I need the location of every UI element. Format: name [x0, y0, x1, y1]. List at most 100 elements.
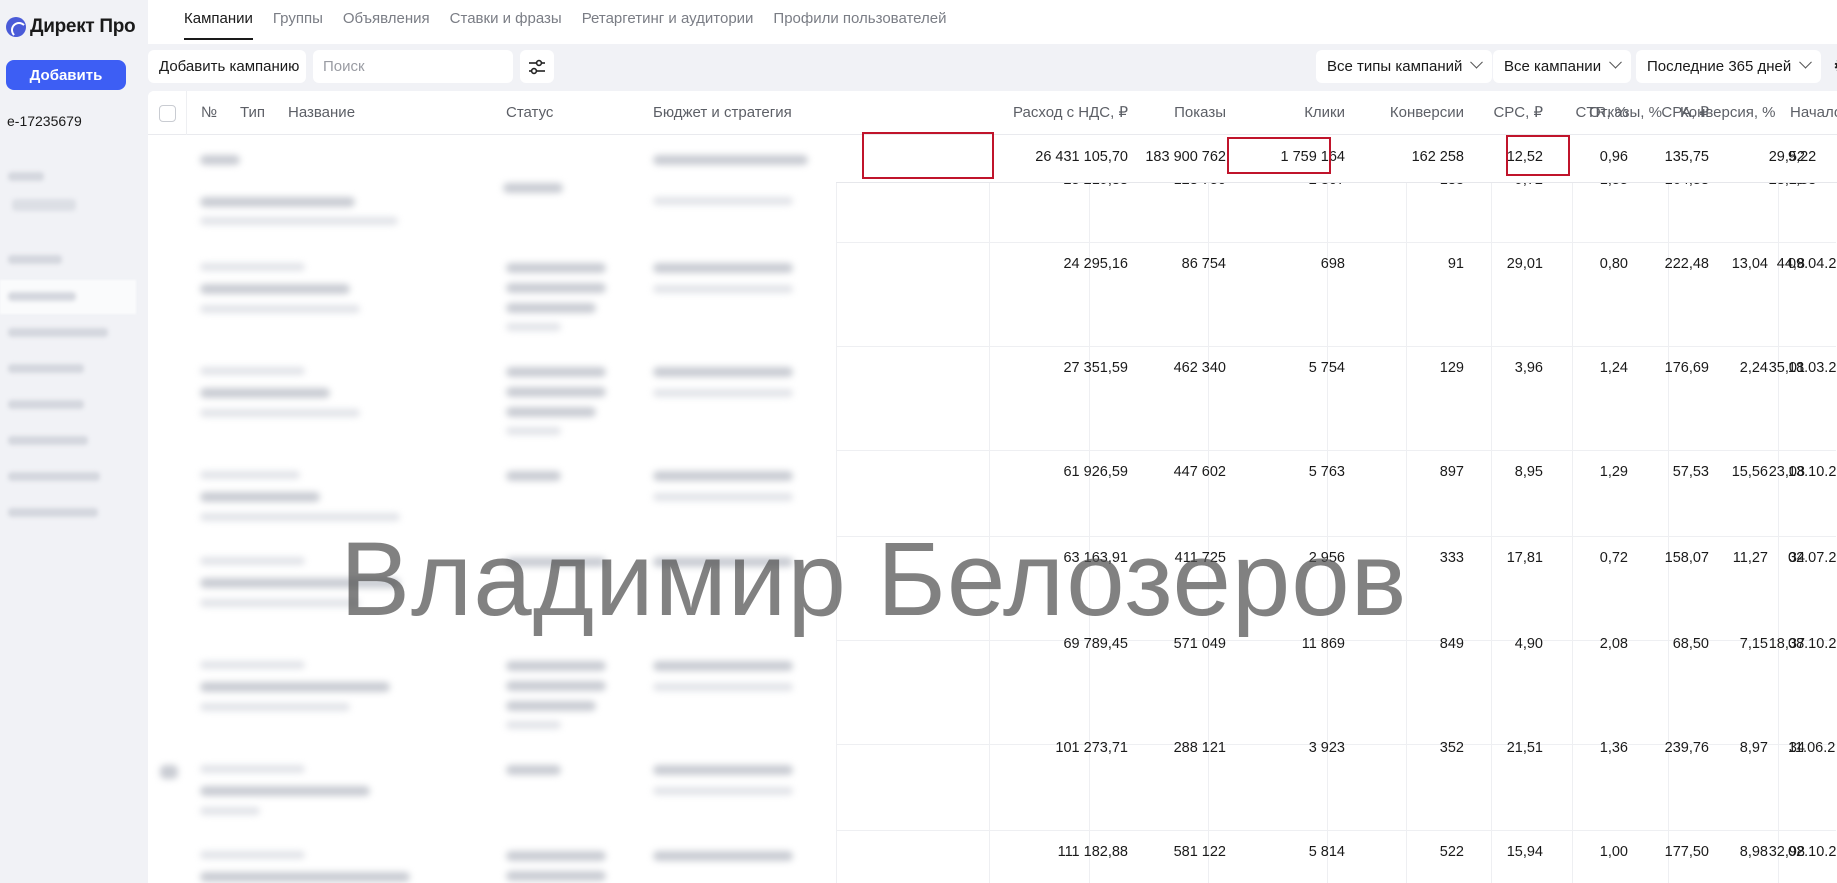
campaigns-value: Все кампании [1504, 58, 1602, 75]
column-header-name[interactable]: Название [288, 91, 355, 135]
row-cpc: 8,95 [1514, 464, 1543, 480]
column-divider [1089, 91, 1090, 883]
column-divider [1208, 91, 1209, 883]
row-start: 08.10.2 [1788, 636, 1837, 652]
row-start: 02.10.2 [1788, 844, 1837, 860]
tab-groups[interactable]: Группы [273, 0, 323, 40]
row-start: 13.10.2 [1788, 464, 1837, 480]
row-start: 11.06.2 [1788, 740, 1836, 756]
row-ctr: 1,24 [1599, 360, 1628, 376]
add-campaign-button[interactable]: Добавить кампанию [148, 50, 306, 83]
sidebar-item-blurred[interactable] [8, 436, 88, 445]
row-ctr: 0,72 [1599, 550, 1628, 566]
row-spend: 111 182,88 [1057, 844, 1128, 860]
logo-icon [6, 17, 26, 37]
top-nav: Кампании Группы Объявления Ставки и фраз… [148, 0, 1837, 44]
row-conv-rate: 13,04 [1731, 256, 1768, 272]
campaign-types-dropdown[interactable]: Все типы кампаний [1316, 50, 1493, 83]
column-header-budget[interactable]: Бюджет и стратегия [653, 91, 792, 135]
tab-campaigns[interactable]: Кампании [184, 0, 253, 40]
campaigns-dropdown[interactable]: Все кампании [1493, 50, 1632, 83]
column-header-bounce[interactable]: Отказы, % [1589, 91, 1662, 135]
blurred-campaign-info [148, 135, 836, 883]
row-ctr: 1,00 [1599, 844, 1628, 860]
add-button[interactable]: Добавить [6, 60, 126, 90]
column-header-number[interactable]: № [201, 91, 217, 135]
logo-text: Директ Про [30, 16, 136, 37]
row-cpa: 57,53 [1672, 464, 1709, 480]
row-spend: 61 926,59 [1063, 464, 1128, 480]
period-dropdown[interactable]: Последние 365 дней [1636, 50, 1822, 83]
row-clicks: 5 763 [1308, 464, 1345, 480]
row-cpa: 68,50 [1672, 636, 1709, 652]
row-conv-rate: 8,98 [1739, 844, 1768, 860]
gear-icon[interactable]: ⚙ [1833, 56, 1837, 77]
column-header-clicks[interactable]: Клики [1304, 91, 1345, 135]
row-cpc: 4,90 [1514, 636, 1543, 652]
column-header-cpc[interactable]: CPC, ₽ [1493, 91, 1543, 135]
row-conv-rate: 8,97 [1739, 740, 1768, 756]
column-header-spend[interactable]: Расход с НДС, ₽ [1013, 91, 1128, 135]
blurred-sidebar-line [8, 255, 62, 264]
row-divider [836, 450, 1836, 451]
sidebar-item-blurred[interactable] [8, 364, 84, 373]
row-conversions: 522 [1439, 844, 1464, 860]
sidebar-item-blurred[interactable] [8, 472, 100, 481]
column-header-conv-rate[interactable]: Конверсия, % [1680, 91, 1776, 135]
blurred-sidebar-line [8, 172, 44, 181]
row-impressions: 86 754 [1181, 256, 1226, 272]
campaign-table: 25 219,88 128 750 2 307 183 9,72 1,55 16… [148, 91, 1837, 883]
column-header-start[interactable]: Начало [1790, 91, 1837, 135]
row-cpc: 3,96 [1514, 360, 1543, 376]
tab-ads[interactable]: Объявления [343, 0, 430, 40]
row-ctr: 0,80 [1599, 256, 1628, 272]
chevron-down-icon [1470, 55, 1484, 69]
highlight-box-spend [862, 132, 994, 179]
sidebar-item-campaigns-blurred[interactable] [8, 292, 76, 301]
row-impressions: 581 122 [1173, 844, 1226, 860]
row-cpc: 15,94 [1506, 844, 1543, 860]
column-divider [1327, 91, 1328, 883]
row-cpa: 239,76 [1664, 740, 1709, 756]
row-impressions: 462 340 [1173, 360, 1226, 376]
sidebar-item-blurred[interactable] [8, 328, 108, 337]
sidebar-item-blurred[interactable] [8, 508, 98, 517]
sidebar-item-blurred[interactable] [8, 400, 84, 409]
column-divider [1572, 91, 1573, 883]
row-cpc: 29,01 [1506, 256, 1543, 272]
tab-retargeting[interactable]: Ретаргетинг и аудитории [582, 0, 754, 40]
column-header-conversions[interactable]: Конверсии [1390, 91, 1464, 135]
row-ctr: 1,36 [1599, 740, 1628, 756]
totals-conv-rate: 9,22 [1788, 149, 1817, 165]
column-header-status[interactable]: Статус [506, 91, 553, 135]
period-value: Последние 365 дней [1647, 58, 1792, 75]
column-divider [1406, 91, 1407, 883]
sidebar: Директ Про Добавить e-17235679 [0, 0, 148, 883]
select-all-checkbox[interactable] [159, 105, 176, 122]
column-header-impressions[interactable]: Показы [1174, 91, 1226, 135]
totals-conversions: 162 258 [1411, 149, 1464, 165]
row-impressions: 288 121 [1173, 740, 1226, 756]
row-clicks: 698 [1320, 256, 1345, 272]
column-header-type[interactable]: Тип [240, 91, 265, 135]
totals-ctr: 0,96 [1599, 149, 1628, 165]
chevron-down-icon [1609, 55, 1622, 69]
row-divider [836, 346, 1836, 347]
row-conv-rate: 7,15 [1739, 636, 1768, 652]
filter-settings-button[interactable] [520, 50, 554, 83]
row-conversions: 897 [1439, 464, 1464, 480]
account-id[interactable]: e-17235679 [7, 113, 82, 129]
table-header: № Тип Название Статус Бюджет и стратегия… [148, 91, 1837, 135]
tab-bids[interactable]: Ставки и фразы [450, 0, 562, 40]
highlight-box-conversions [1227, 137, 1331, 174]
row-ctr: 2,08 [1599, 636, 1628, 652]
row-impressions: 447 602 [1173, 464, 1226, 480]
row-conversions: 129 [1439, 360, 1464, 376]
tab-user-profiles[interactable]: Профили пользователей [773, 0, 946, 40]
highlight-box-cpa [1506, 135, 1570, 176]
search-input[interactable] [313, 50, 513, 83]
row-cpa: 177,50 [1664, 844, 1709, 860]
row-divider [836, 830, 1836, 831]
column-divider [1668, 91, 1669, 883]
logo[interactable]: Директ Про [6, 16, 136, 38]
